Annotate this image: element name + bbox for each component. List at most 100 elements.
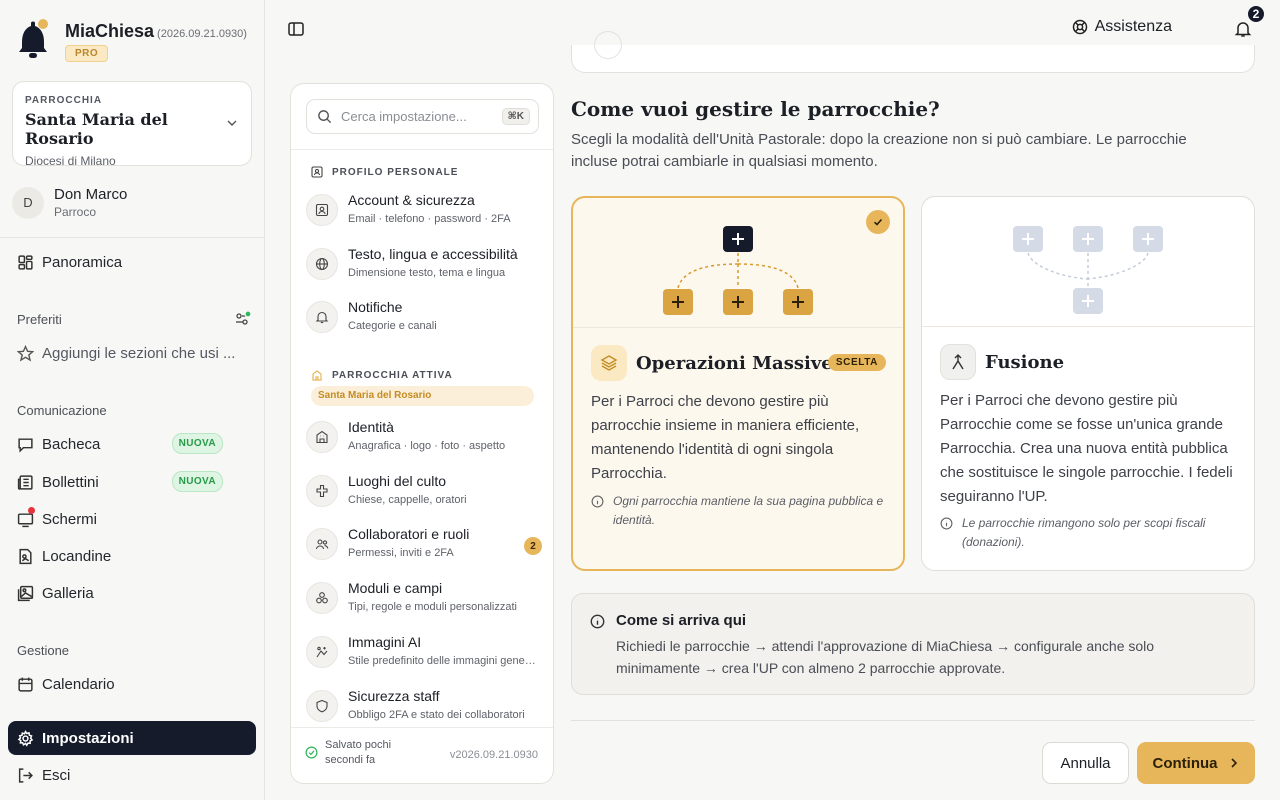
settings-search[interactable]: ⌘K <box>306 99 539 134</box>
info-text: Richiedi le parrocchie → attendi l'appro… <box>616 638 1155 676</box>
nav-label: Locandine <box>42 547 112 565</box>
nav-bollettini[interactable]: Bollettini NUOVA <box>8 465 256 499</box>
settings-item-places-of-worship[interactable]: Luoghi del culto Chiese, cappelle, orato… <box>306 469 542 515</box>
newspaper-icon <box>17 474 33 490</box>
user-card-icon <box>315 203 329 217</box>
layers-icon <box>591 345 627 381</box>
users-icon <box>315 539 329 550</box>
building-icon <box>316 430 328 444</box>
nav-bacheca[interactable]: Bacheca NUOVA <box>8 427 256 461</box>
settings-item-desc: Obbligo 2FA e stato dei collaboratori <box>348 709 525 721</box>
nav-label: Impostazioni <box>42 729 134 747</box>
settings-item-desc: Categorie e canali <box>348 320 437 332</box>
settings-item-ai-images[interactable]: Immagini AI Stile predefinito delle imma… <box>306 630 542 676</box>
new-badge: NUOVA <box>171 433 223 454</box>
settings-item-title: Testo, lingua e accessibilità <box>348 246 518 262</box>
settings-item-title: Notifiche <box>348 299 403 315</box>
search-input[interactable] <box>341 109 491 124</box>
nav-schermi[interactable]: Schermi <box>8 502 256 536</box>
alert-dot <box>28 507 35 514</box>
section-personal-profile: PROFILO PERSONALE <box>311 166 458 178</box>
help-button[interactable]: Assistenza <box>1072 18 1172 36</box>
settings-item-title: Sicurezza staff <box>348 688 440 704</box>
nav-label: Bacheca <box>42 435 101 453</box>
search-icon <box>318 110 332 124</box>
previous-card <box>571 31 1255 73</box>
settings-item-desc: Chiese, cappelle, oratori <box>348 494 467 506</box>
nav-locandine[interactable]: Locandine <box>8 539 256 573</box>
user-profile[interactable]: D Don Marco Parroco <box>12 186 127 219</box>
nav-add-favorites[interactable]: Aggiungi le sezioni che usi ... <box>8 336 256 370</box>
settings-item-title: Moduli e campi <box>348 580 443 596</box>
settings-item-staff-security[interactable]: Sicurezza staff Obbligo 2FA e stato dei … <box>306 684 542 730</box>
settings-item-account[interactable]: Account & sicurezza Email · telefono · p… <box>306 188 542 234</box>
pro-badge: PRO <box>65 45 109 62</box>
shapes-icon <box>316 592 328 604</box>
option-card-massive-operations[interactable]: Operazioni Massive SCELTA Per i Parroci … <box>571 196 905 571</box>
chevron-right-icon <box>1230 758 1237 768</box>
nav-galleria[interactable]: Galleria <box>8 576 256 610</box>
divider <box>291 727 553 728</box>
settings-item-notifications[interactable]: Notifiche Categorie e canali <box>306 295 542 341</box>
nav-calendar[interactable]: Calendario <box>8 667 256 701</box>
save-status-line2: secondi fa <box>325 754 376 766</box>
option-title: Operazioni Massive <box>636 352 833 374</box>
sidebar: MiaChiesa (2026.09.21.0930) PRO PARROCCHI… <box>0 0 265 800</box>
bell-icon[interactable] <box>1234 20 1252 38</box>
divider <box>571 720 1255 721</box>
settings-item-identity[interactable]: Identità Anagrafica · logo · foto · aspe… <box>306 415 542 461</box>
nav-label: Aggiungi le sezioni che usi ... <box>42 344 236 362</box>
continue-label: Continua <box>1152 754 1218 772</box>
section-active-parish: PARROCCHIA ATTIVA <box>311 369 453 381</box>
settings-item-forms[interactable]: Moduli e campi Tipi, regole e moduli per… <box>306 576 542 622</box>
check-circle-icon <box>305 746 318 759</box>
nav-logout[interactable]: Esci <box>8 758 256 792</box>
globe-icon <box>315 257 329 271</box>
avatar: D <box>12 186 44 219</box>
cancel-button[interactable]: Annulla <box>1042 742 1129 784</box>
selected-badge: SCELTA <box>827 354 886 371</box>
option-description: Per i Parroci che devono gestire più par… <box>591 393 860 482</box>
how-to-info-box: Come si arriva qui Richiedi le parrocchi… <box>571 593 1255 695</box>
nav-label: Bollettini <box>42 473 99 491</box>
settings-item-text-language[interactable]: Testo, lingua e accessibilità Dimensione… <box>306 242 542 288</box>
settings-item-collaborators[interactable]: Collaboratori e ruoli Permessi, inviti e… <box>306 522 542 568</box>
continue-button[interactable]: Continua <box>1137 742 1255 784</box>
nav-settings[interactable]: Impostazioni <box>8 721 256 755</box>
page-title: Come vuoi gestire le parrocchie? <box>571 97 940 121</box>
new-badge: NUOVA <box>171 471 223 492</box>
option-card-merge[interactable]: Fusione Per i Parroci che devono gestire… <box>921 196 1255 571</box>
parish-selector[interactable]: PARROCCHIA Santa Maria del Rosario Dioce… <box>12 81 252 168</box>
settings-item-desc: Permessi, inviti e 2FA <box>348 547 454 559</box>
communication-label: Comunicazione <box>17 403 107 418</box>
nav-overview[interactable]: Panoramica <box>8 245 256 279</box>
star-icon <box>17 344 34 362</box>
church-icon <box>312 370 322 381</box>
grid-icon <box>18 254 33 270</box>
active-parish-chip: Santa Maria del Rosario <box>311 386 534 406</box>
shield-icon <box>316 699 328 713</box>
parish-name: Santa Maria del Rosario <box>25 110 168 148</box>
user-name: Don Marco <box>54 186 128 203</box>
option-title: Fusione <box>985 351 1065 373</box>
ai-image-icon <box>316 646 328 658</box>
option-note: Le parrocchie rimangono solo per scopi f… <box>940 514 1240 552</box>
option-description: Per i Parroci che devono gestire più Par… <box>940 392 1233 505</box>
settings-item-title: Luoghi del culto <box>348 473 447 489</box>
favorites-settings-icon[interactable] <box>234 310 252 328</box>
brand[interactable]: MiaChiesa (2026.09.21.0930) PRO <box>14 18 247 62</box>
settings-item-desc: Anagrafica · logo · foto · aspetto <box>348 440 506 452</box>
chevron-down-icon <box>227 120 237 126</box>
lifebuoy-icon <box>1072 19 1087 35</box>
option-note: Ogni parrocchia mantiene la sua pagina p… <box>591 492 891 530</box>
sidebar-toggle-icon[interactable] <box>287 20 305 38</box>
nav-label: Esci <box>42 766 71 784</box>
divider <box>291 149 553 150</box>
search-shortcut: ⌘K <box>501 108 530 125</box>
merge-illustration <box>922 197 1254 327</box>
massive-operations-illustration <box>573 198 903 328</box>
pending-count-badge: 2 <box>524 537 542 555</box>
favorites-label: Preferiti <box>17 312 62 327</box>
brand-version: (2026.09.21.0930) <box>157 28 247 40</box>
nav-label: Panoramica <box>42 253 123 271</box>
